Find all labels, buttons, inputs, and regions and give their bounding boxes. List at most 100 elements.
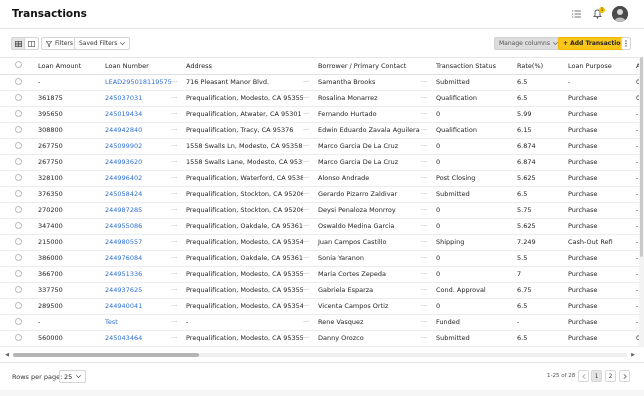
list-icon[interactable] [570, 8, 582, 20]
loan-number-link[interactable]: 244940041 [101, 298, 171, 315]
cell-menu-icon[interactable]: ··· [303, 186, 314, 203]
column-header[interactable]: Rate(%) [513, 58, 564, 75]
column-header[interactable]: Loan Number [101, 58, 171, 75]
loan-number-link[interactable]: 244980557 [101, 234, 171, 251]
cell-menu-icon[interactable]: ··· [171, 250, 182, 267]
horizontal-scrollbar[interactable]: ◀ ▶ [4, 352, 636, 358]
row-select-radio[interactable] [0, 154, 34, 171]
table-row[interactable]: 376350 245058424 ··· Prequalification, Stoc… [0, 186, 640, 203]
bell-icon[interactable]: 1 [591, 7, 605, 20]
cell-menu-icon[interactable]: ··· [421, 74, 432, 91]
cell-menu-icon[interactable]: ··· [421, 250, 432, 267]
table-row[interactable]: 267750 244993620 ··· 1558 Swalls Lane, Mode… [0, 154, 640, 171]
row-select-radio[interactable] [0, 330, 34, 347]
table-row[interactable]: 267750 245099902 ··· 1558 Swalls Ln, Modest… [0, 138, 640, 155]
table-row[interactable]: - Test ··· - ··· Rene Vasquez ··· Funded - Purcha… [0, 314, 640, 331]
cell-menu-icon[interactable]: ··· [303, 90, 314, 107]
cell-menu-icon[interactable]: ··· [421, 218, 432, 235]
cell-menu-icon[interactable]: ··· [171, 186, 182, 203]
cell-menu-icon[interactable]: ··· [171, 122, 182, 139]
table-row[interactable]: 337750 244937625 ··· Prequalification, Mode… [0, 282, 640, 299]
row-select-radio[interactable] [0, 282, 34, 299]
vertical-scrollbar[interactable] [639, 57, 644, 347]
row-select-radio[interactable] [0, 90, 34, 107]
cell-menu-icon[interactable]: ··· [421, 314, 432, 331]
cell-menu-icon[interactable]: ··· [303, 234, 314, 251]
cell-menu-icon[interactable]: ··· [171, 202, 182, 219]
table-row[interactable]: 308800 244942840 ··· Prequalification, Trac… [0, 122, 640, 139]
column-header[interactable]: Address [182, 58, 303, 75]
cell-menu-icon[interactable]: ··· [421, 266, 432, 283]
previous-page-button[interactable] [578, 370, 589, 382]
table-row[interactable]: 395650 245019434 ··· Prequalification, Atwa… [0, 106, 640, 123]
cell-menu-icon[interactable]: ··· [303, 250, 314, 267]
rows-per-page-select[interactable]: 25 [59, 370, 87, 383]
cell-menu-icon[interactable]: ··· [303, 154, 314, 171]
select-all-radio[interactable] [0, 58, 34, 75]
cell-menu-icon[interactable]: ··· [421, 154, 432, 171]
column-header[interactable]: Loan Purpose [564, 58, 632, 75]
user-avatar[interactable] [612, 6, 628, 22]
add-transaction-button[interactable]: + Add Transaction [558, 37, 630, 50]
cell-menu-icon[interactable]: ··· [171, 154, 182, 171]
loan-number-link[interactable]: 244976084 [101, 250, 171, 267]
loan-number-link[interactable]: 245099902 [101, 138, 171, 155]
cell-menu-icon[interactable]: ··· [421, 138, 432, 155]
next-page-button[interactable] [619, 370, 630, 382]
row-select-radio[interactable] [0, 186, 34, 203]
cell-menu-icon[interactable]: ··· [171, 314, 182, 331]
column-header[interactable]: Borrower / Primary Contact [314, 58, 421, 75]
cell-menu-icon[interactable]: ··· [303, 218, 314, 235]
column-header[interactable]: Transaction Status [432, 58, 513, 75]
cell-menu-icon[interactable]: ··· [421, 282, 432, 299]
loan-number-link[interactable]: 245037031 [101, 90, 171, 107]
cell-menu-icon[interactable]: ··· [171, 234, 182, 251]
more-options-button[interactable] [621, 37, 631, 50]
page-button-1[interactable]: 1 [591, 370, 602, 382]
table-row[interactable]: 289500 244940041 ··· Prequalification, Mode… [0, 298, 640, 315]
loan-number-link[interactable]: 244955086 [101, 218, 171, 235]
vertical-scrollbar-thumb[interactable] [640, 57, 643, 257]
filters-button[interactable]: Filters [41, 37, 78, 50]
loan-number-link[interactable]: 244937625 [101, 282, 171, 299]
page-button-2[interactable]: 2 [605, 370, 616, 382]
horizontal-scrollbar-track[interactable] [13, 353, 627, 357]
cell-menu-icon[interactable]: ··· [171, 282, 182, 299]
cell-menu-icon[interactable]: ··· [171, 170, 182, 187]
cell-menu-icon[interactable]: ··· [421, 170, 432, 187]
loan-number-link[interactable]: 244987285 [101, 202, 171, 219]
cell-menu-icon[interactable]: ··· [303, 106, 314, 123]
cell-menu-icon[interactable]: ··· [421, 298, 432, 315]
table-row[interactable]: 270200 244987285 ··· Prequalification, Stoc… [0, 202, 640, 219]
row-select-radio[interactable] [0, 314, 34, 331]
loan-number-link[interactable]: 245043464 [101, 330, 171, 347]
row-select-radio[interactable] [0, 250, 34, 267]
row-select-radio[interactable] [0, 202, 34, 219]
row-select-radio[interactable] [0, 298, 34, 315]
row-select-radio[interactable] [0, 266, 34, 283]
cell-menu-icon[interactable]: ··· [303, 314, 314, 331]
row-select-radio[interactable] [0, 234, 34, 251]
cell-menu-icon[interactable]: ··· [303, 330, 314, 347]
row-select-radio[interactable] [0, 122, 34, 139]
loan-number-link[interactable]: 245019434 [101, 106, 171, 123]
table-row[interactable]: 560000 245043464 ··· Prequalification, Mode… [0, 330, 640, 347]
cell-menu-icon[interactable]: ··· [303, 298, 314, 315]
loan-number-link[interactable]: Test [101, 314, 171, 331]
cell-menu-icon[interactable]: ··· [303, 138, 314, 155]
horizontal-scrollbar-thumb[interactable] [13, 353, 199, 357]
loan-number-link[interactable]: LEAD295018119575 [101, 74, 171, 91]
row-select-radio[interactable] [0, 74, 34, 91]
loan-number-link[interactable]: 245058424 [101, 186, 171, 203]
cell-menu-icon[interactable]: ··· [303, 122, 314, 139]
table-row[interactable]: 366700 244951336 ··· Prequalification, Mode… [0, 266, 640, 283]
column-header[interactable]: Loan Amount [34, 58, 101, 75]
loan-number-link[interactable]: 244942840 [101, 122, 171, 139]
cell-menu-icon[interactable]: ··· [303, 266, 314, 283]
cell-menu-icon[interactable]: ··· [303, 282, 314, 299]
scroll-right-icon[interactable]: ▶ [630, 352, 636, 358]
board-view-button[interactable] [25, 37, 39, 50]
table-row[interactable]: - LEAD295018119575 ··· 716 Pleasant Manor B… [0, 74, 640, 91]
loan-number-link[interactable]: 244993620 [101, 154, 171, 171]
loan-number-link[interactable]: 244951336 [101, 266, 171, 283]
